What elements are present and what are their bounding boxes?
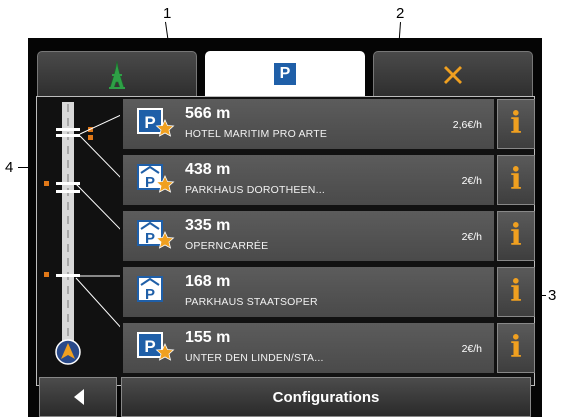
parking-garage-favorite-icon: P	[137, 164, 175, 193]
parking-row[interactable]: P 155 m UNTER DEN LINDEN/STA... 2€/h	[123, 323, 494, 373]
parking-distance: 566 m	[185, 105, 231, 122]
svg-text:P: P	[145, 230, 155, 247]
parking-name: OPERNCARRÉE	[185, 240, 269, 252]
parking-price: 2€/h	[461, 175, 482, 187]
svg-text:P: P	[145, 286, 155, 303]
eiffel-tower-icon	[109, 60, 125, 89]
tab-close[interactable]	[373, 51, 533, 97]
parking-name: HOTEL MARITIM PRO ARTE	[185, 128, 328, 140]
info-button[interactable]: i	[497, 267, 535, 317]
svg-text:P: P	[144, 113, 155, 132]
parking-price: 2,6€/h	[452, 119, 482, 131]
parking-row[interactable]: P 168 m PARKHAUS STAATSOPER	[123, 267, 494, 317]
back-button[interactable]	[39, 377, 117, 417]
parking-row[interactable]: P 566 m HOTEL MARITIM PRO ARTE 2,6€/h	[123, 99, 494, 149]
parking-distance: 438 m	[185, 161, 231, 178]
route-marker-438	[44, 181, 120, 230]
parking-icon-letter: P	[279, 65, 291, 82]
callout-2: 2	[396, 5, 405, 22]
info-icon: i	[510, 106, 522, 141]
tab-poi[interactable]	[37, 51, 197, 97]
parking-name: UNTER DEN LINDEN/STA...	[185, 352, 324, 364]
parking-favorite-icon: P	[137, 332, 175, 361]
svg-text:P: P	[145, 174, 155, 191]
parking-name: PARKHAUS STAATSOPER	[185, 296, 318, 308]
current-position-icon	[55, 339, 81, 365]
parking-price: 2€/h	[461, 231, 482, 243]
tab-parking[interactable]: P	[205, 51, 365, 97]
info-icon: i	[510, 218, 522, 253]
info-button[interactable]: i	[497, 99, 535, 149]
callout-3: 3	[548, 287, 557, 304]
info-button[interactable]: i	[497, 323, 535, 373]
route-strip	[44, 102, 120, 365]
parking-distance: 168 m	[185, 273, 231, 290]
route-marker-335	[56, 190, 80, 193]
close-icon	[444, 65, 462, 84]
parking-icon: P	[274, 63, 296, 85]
parking-row[interactable]: P 438 m PARKHAUS DOROTHEEN... 2€/h	[123, 155, 494, 205]
configurations-label: Configurations	[272, 389, 380, 406]
parking-favorite-icon: P	[137, 108, 175, 137]
configurations-button[interactable]: Configurations	[121, 377, 531, 417]
route-marker-168	[44, 272, 120, 328]
callout-1: 1	[163, 5, 172, 22]
parking-row[interactable]: P 335 m OPERNCARRÉE 2€/h	[123, 211, 494, 261]
parking-distance: 335 m	[185, 217, 231, 234]
svg-text:P: P	[144, 337, 155, 356]
parking-garage-favorite-icon: P	[137, 220, 175, 249]
parking-distance: 155 m	[185, 329, 231, 346]
back-arrow-icon	[74, 389, 84, 405]
navigation-screen: P P 566 m HOTEL MARITIM PRO ARTE 2,6€/h …	[28, 38, 542, 417]
info-icon: i	[510, 274, 522, 309]
parking-garage-icon: P	[137, 276, 163, 303]
parking-price: 2€/h	[461, 343, 482, 355]
callout-4: 4	[5, 159, 14, 176]
parking-name: PARKHAUS DOROTHEEN...	[185, 184, 325, 196]
info-button[interactable]: i	[497, 211, 535, 261]
info-icon: i	[510, 162, 522, 197]
info-button[interactable]: i	[497, 155, 535, 205]
info-icon: i	[510, 330, 522, 365]
